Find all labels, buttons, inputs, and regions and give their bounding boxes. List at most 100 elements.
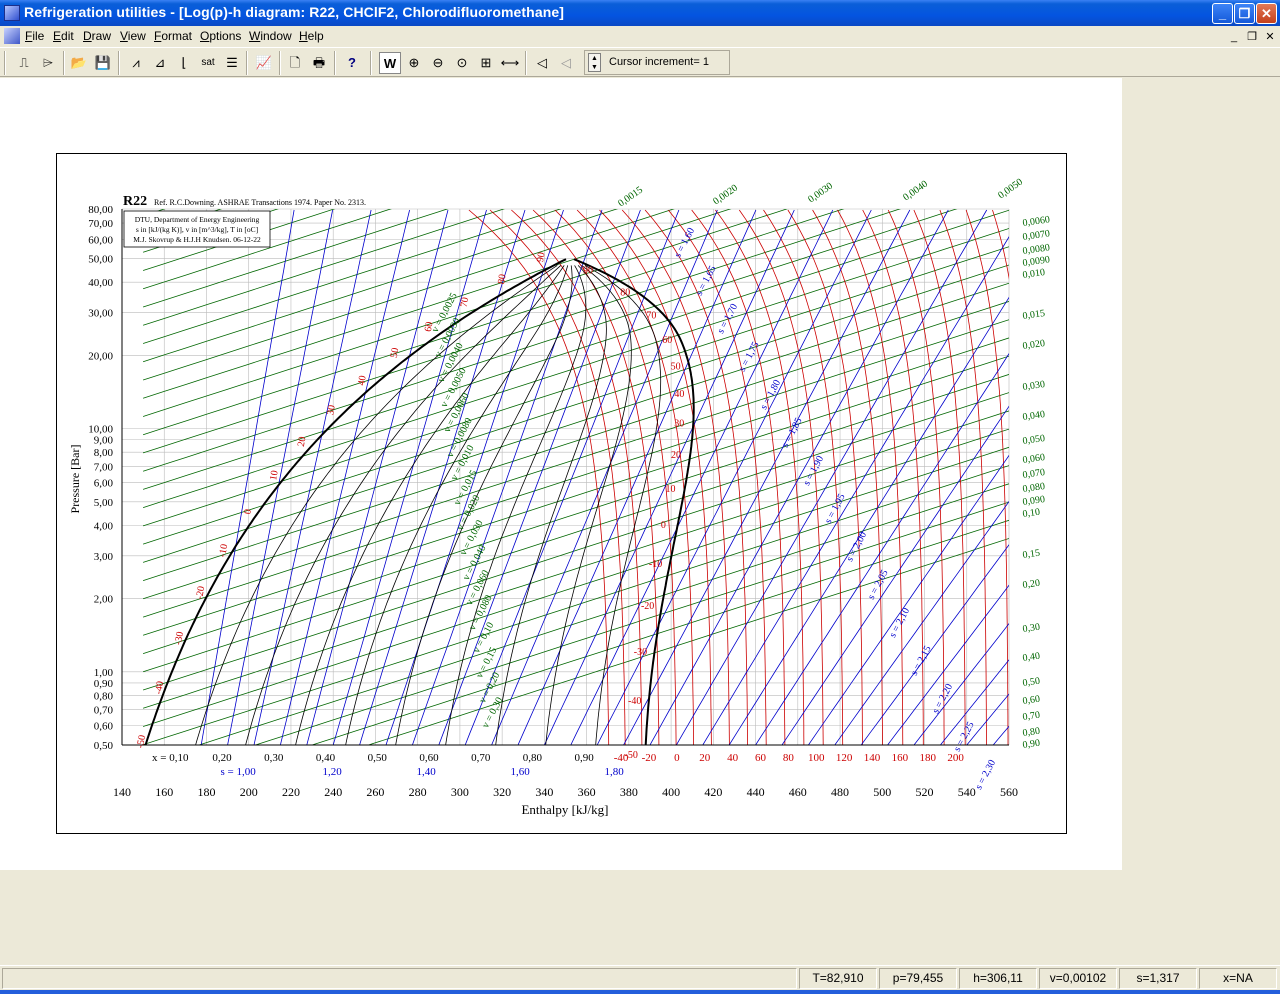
volume-right-label: 0,030	[1022, 379, 1046, 393]
sat-vapor-temp-label: 30	[674, 419, 684, 430]
print-icon[interactable]: 🖶	[308, 52, 330, 74]
isentrope-line	[359, 209, 526, 745]
draw-cycle2-icon[interactable]: ⊿	[149, 52, 171, 74]
entropy-bottom-label: 1,60	[510, 766, 530, 778]
entropy-bottom-label: s = 1,00	[221, 766, 257, 778]
menu-window[interactable]: Window	[249, 29, 292, 43]
toolbar-separator	[525, 51, 527, 75]
y-tick-label: 50,00	[88, 254, 113, 266]
measure-icon[interactable]: ⟷	[499, 52, 521, 74]
x-tick-label: 440	[747, 785, 765, 799]
entropy-bottom-label: 1,20	[323, 766, 343, 778]
volume-right-label: 0,015	[1022, 308, 1046, 322]
chart-icon[interactable]: 📈	[253, 52, 275, 74]
entropy-label: s = 2,05	[866, 568, 891, 601]
spin-arrows-icon[interactable]: ▲ ▼	[588, 53, 601, 72]
temperature-bottom-label: 60	[755, 752, 767, 764]
menu-view[interactable]: View	[120, 29, 146, 43]
save-icon[interactable]: 💾	[92, 52, 114, 74]
close-button[interactable]: ✕	[1256, 3, 1277, 24]
chart-reference: Ref. R.C.Downing. ASHRAE Transactions 19…	[154, 198, 366, 207]
volume-top-label: 0,0020	[711, 183, 740, 208]
draw-cycle-icon[interactable]: ⩘	[125, 52, 147, 74]
y-axis-title: Pressure [Bar]	[68, 445, 82, 514]
sat-liquid-temp-label: 80	[496, 273, 509, 285]
entropy-label: s = 1,85	[780, 416, 805, 449]
x-tick-label: 300	[451, 785, 469, 799]
quality-label: x = 0,10	[152, 752, 189, 764]
toolbar-separator	[118, 51, 120, 75]
y-tick-label: 0,70	[94, 704, 114, 716]
status-quality: x=NA	[1199, 968, 1277, 989]
isochore-line	[142, 209, 336, 271]
help-icon[interactable]: ?	[341, 52, 363, 74]
open-folder-icon[interactable]: 📂	[68, 52, 90, 74]
cursor-increment-spinner[interactable]: ▲ ▼ Cursor increment= 1	[584, 50, 730, 75]
isentrope-line	[517, 209, 757, 745]
copy-icon[interactable]: 🗋	[284, 52, 306, 74]
volume-right-label: 0,40	[1022, 651, 1041, 664]
sat-vapor-temp-label: 10	[666, 484, 676, 495]
sat-liquid-temp-label: 70	[459, 296, 472, 308]
temperature-bottom-label: 100	[808, 752, 825, 764]
minimize-button[interactable]: _	[1212, 3, 1233, 24]
x-tick-label: 240	[324, 785, 342, 799]
y-tick-label: 0,90	[94, 678, 114, 690]
temperature-bottom-label: 120	[836, 752, 853, 764]
restore-button[interactable]: ❐	[1234, 3, 1255, 24]
menu-help[interactable]: Help	[299, 29, 324, 43]
pointer-icon[interactable]: ◁	[531, 52, 553, 74]
y-tick-label: 40,00	[88, 277, 113, 289]
saturation-icon[interactable]: sat	[197, 52, 219, 74]
volume-right-label: 0,15	[1022, 548, 1041, 561]
temperature-bottom-label: 20	[699, 752, 711, 764]
mdi-restore-button[interactable]: ❐	[1244, 30, 1260, 44]
whole-diagram-icon[interactable]: W	[379, 52, 401, 74]
zoom-icon[interactable]: ⊙	[451, 52, 473, 74]
sat-vapor-temp-label: 60	[662, 335, 672, 346]
x-tick-label: 140	[113, 785, 131, 799]
menu-edit[interactable]: Edit	[53, 29, 74, 43]
document-icon[interactable]	[4, 28, 20, 44]
x-tick-label: 500	[873, 785, 891, 799]
menu-options[interactable]: Options	[200, 29, 241, 43]
table-icon[interactable]: ☰	[221, 52, 243, 74]
sat-vapor-temp-label: 70	[646, 311, 656, 322]
status-pressure: p=79,455	[879, 968, 957, 989]
toolbar-separator	[334, 51, 336, 75]
zoom-window-icon[interactable]: ⊞	[475, 52, 497, 74]
y-tick-label: 7,00	[94, 461, 114, 473]
exit-icon[interactable]: ⎍	[13, 52, 35, 74]
mdi-close-button[interactable]: ✕	[1262, 30, 1278, 44]
diagram-canvas[interactable]: 80,00 70,00 60,00 50,00 40,00 30,00 20,00 10,00…	[0, 78, 1122, 870]
log-p-h-chart[interactable]: 80,0070,0060,0050,0040,0030,0020,0010,00…	[57, 154, 1068, 835]
quality-label: 0,70	[471, 752, 491, 764]
diagram-frame[interactable]: 80,00 70,00 60,00 50,00 40,00 30,00 20,00 10,00…	[56, 153, 1067, 834]
temperature-bottom-label: 180	[919, 752, 936, 764]
sat-vapor-temp-label: 20	[671, 450, 681, 461]
mdi-minimize-button[interactable]: _	[1226, 30, 1242, 44]
menu-format[interactable]: Format	[154, 29, 192, 43]
menu-draw[interactable]: Draw	[83, 29, 111, 43]
open-diagram-icon[interactable]: ⌲	[37, 52, 59, 74]
entropy-label: s = 2,10	[887, 606, 912, 639]
volume-right-label: 0,60	[1022, 694, 1041, 707]
zoom-out-icon[interactable]: ⊖	[427, 52, 449, 74]
draw-axes-icon[interactable]: ⌊	[173, 52, 195, 74]
x-tick-label: 260	[366, 785, 384, 799]
sat-vapor-temp-label: -10	[649, 559, 662, 570]
y-tick-label: 8,00	[94, 447, 114, 459]
x-tick-label: 220	[282, 785, 300, 799]
sat-liquid-temp-label: -20	[194, 585, 207, 600]
volume-right-label: 0,70	[1022, 710, 1041, 723]
isentrope-line	[623, 209, 911, 745]
isentrope-line	[676, 209, 988, 745]
status-message	[2, 968, 797, 989]
entropy-label: s = 2,30	[973, 758, 998, 791]
app-icon	[4, 5, 20, 21]
zoom-in-icon[interactable]: ⊕	[403, 52, 425, 74]
isochore-line	[142, 465, 1009, 745]
temperature-bottom-label: -20	[642, 752, 657, 764]
volume-right-label: 0,0070	[1022, 228, 1051, 243]
menu-file[interactable]: File	[25, 29, 44, 43]
